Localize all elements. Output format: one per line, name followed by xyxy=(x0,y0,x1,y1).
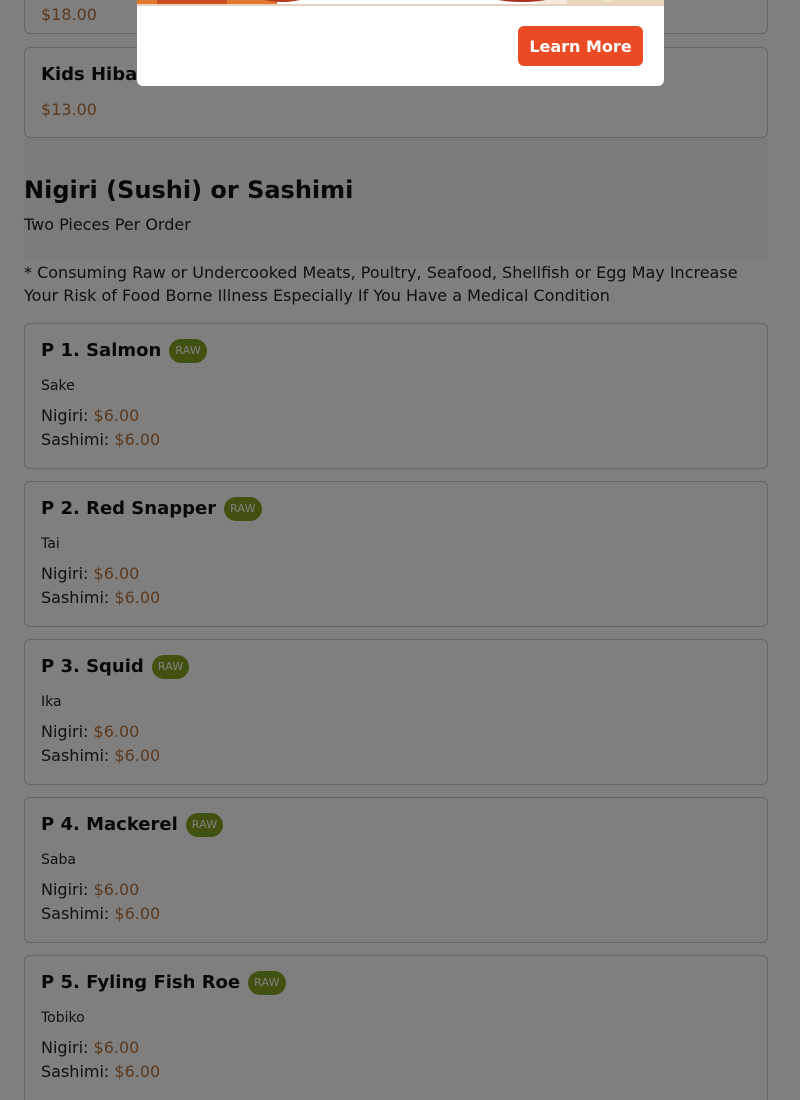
modal-backdrop[interactable] xyxy=(0,0,800,1100)
food-photo-image xyxy=(137,0,664,6)
menu-page: $18.00 Kids Hibachi $13.00 Nigiri (Sushi… xyxy=(0,0,800,1100)
learn-more-button[interactable]: Learn More xyxy=(518,26,643,66)
promo-modal: Learn More xyxy=(137,0,664,86)
